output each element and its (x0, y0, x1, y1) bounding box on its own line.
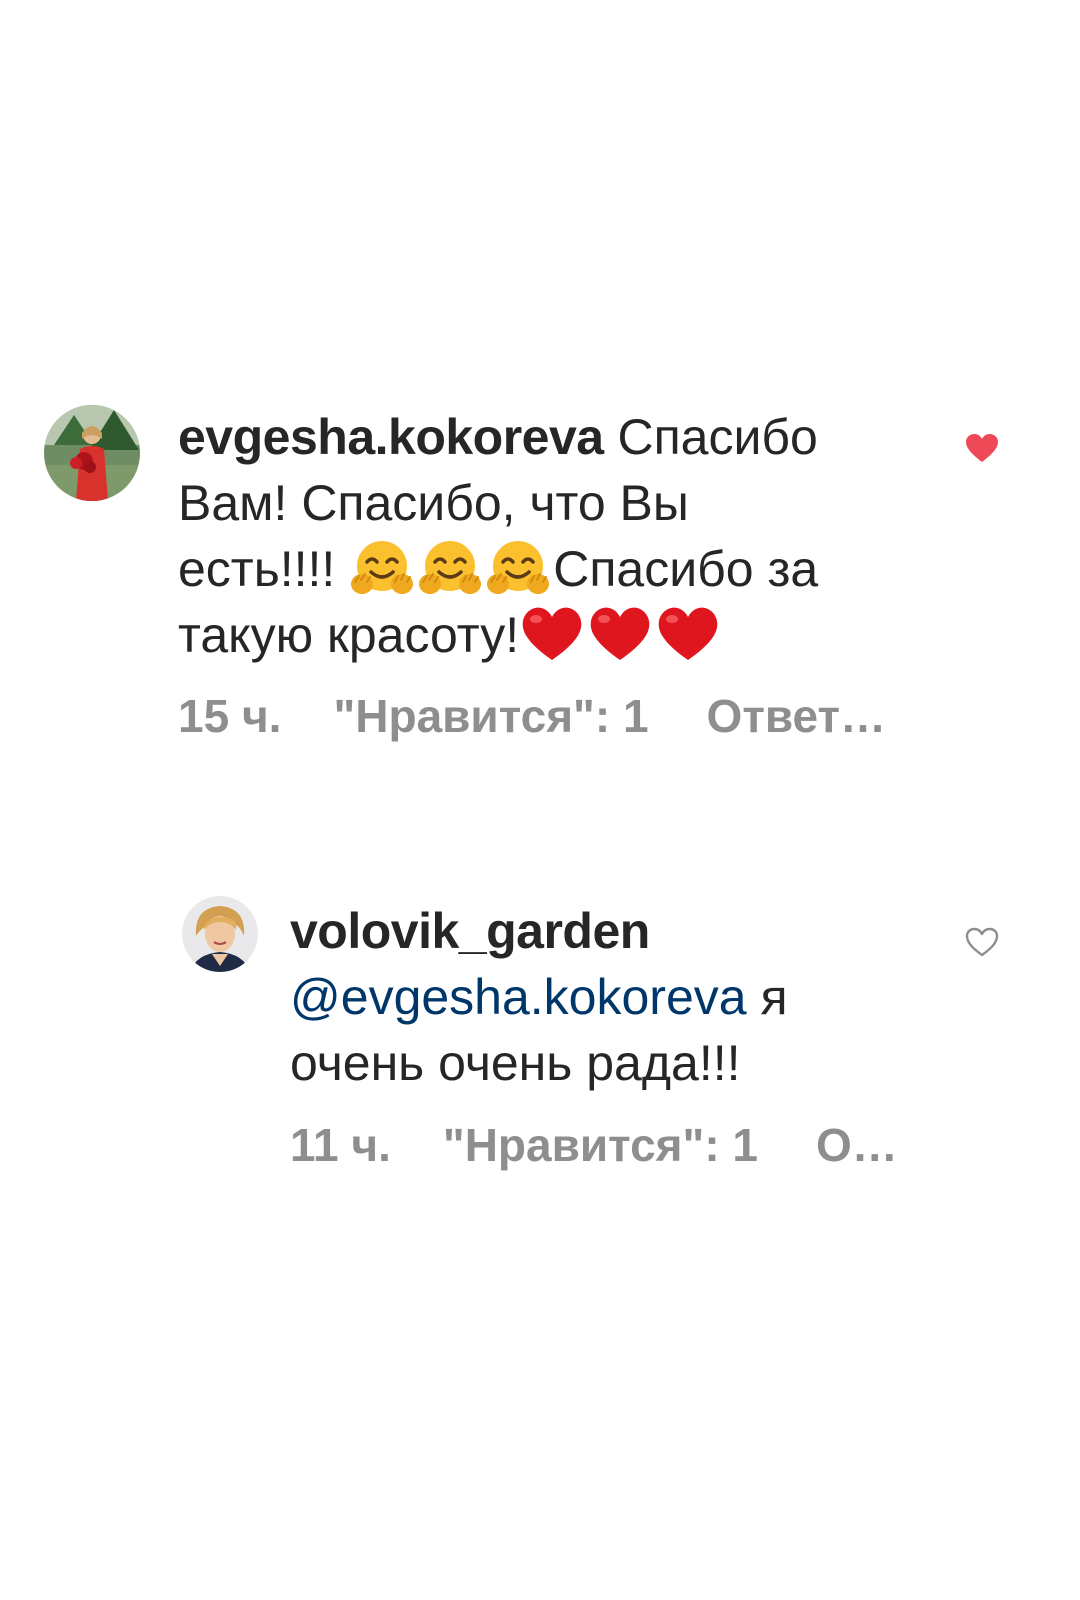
likes-count-button[interactable]: "Нравится": 1 (333, 688, 648, 744)
hugging-face-emoji (485, 538, 551, 598)
likes-count-button[interactable]: "Нравится": 1 (443, 1117, 758, 1173)
comment-text-line2: Вам! Спасибо, что Вы (178, 475, 689, 531)
comment-time: 15 ч. (178, 690, 282, 742)
comment-text-volovik: volovik_garden @evgesha.kokoreva я очень… (290, 898, 930, 1096)
comment-meta-evgesha: 15 ч. "Нравится": 1 Ответ… (178, 688, 886, 744)
reply-button[interactable]: Ответ… (707, 688, 887, 744)
comment-text-evgesha: evgesha.kokoreva Спасибо Вам! Спасибо, ч… (178, 404, 938, 668)
reply-button[interactable]: О… (816, 1117, 898, 1173)
username-evgesha[interactable]: evgesha.kokoreva (178, 409, 604, 465)
comment-text-line3-start: есть!!!! (178, 541, 350, 597)
hugging-face-emoji (417, 538, 483, 598)
comment-text-line2-end: я (746, 969, 788, 1025)
heart-outline-icon[interactable] (965, 927, 999, 957)
hugging-face-emoji (349, 538, 415, 598)
red-heart-emoji (587, 604, 653, 664)
comment-text-line3: очень очень рада!!! (290, 1035, 741, 1091)
avatar-photo-image (44, 405, 140, 501)
avatar-evgesha[interactable] (44, 405, 140, 501)
comment-meta-volovik: 11 ч. "Нравится": 1 О… (290, 1117, 898, 1173)
heart-filled-icon[interactable] (965, 433, 999, 463)
comment-text-line4: такую красоту! (178, 607, 520, 663)
username-volovik[interactable]: volovik_garden (290, 903, 650, 959)
mention-link[interactable]: @evgesha.kokoreva (290, 969, 747, 1025)
red-heart-emoji (519, 604, 585, 664)
comment-text-line3-end: Спасибо за (553, 541, 819, 597)
red-heart-emoji (655, 604, 721, 664)
avatar-volovik[interactable] (182, 896, 258, 972)
avatar-photo-image (182, 896, 258, 972)
comment-text-line1: Спасибо (603, 409, 818, 465)
comment-time: 11 ч. (290, 1119, 391, 1171)
